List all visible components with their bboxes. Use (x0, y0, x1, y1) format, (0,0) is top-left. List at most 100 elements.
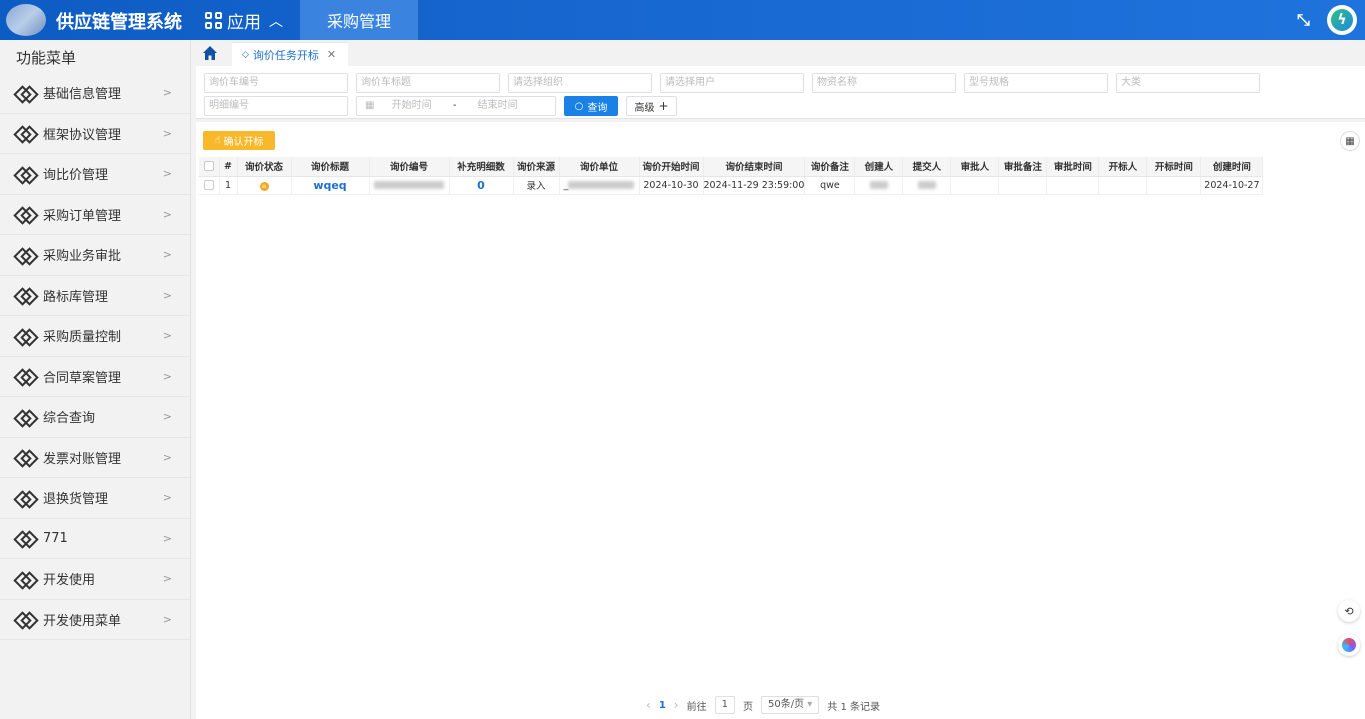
select-all-header[interactable] (199, 157, 220, 177)
next-icon[interactable]: › (674, 698, 679, 712)
row-select[interactable] (199, 176, 220, 195)
material-input[interactable]: 物资名称 (812, 73, 956, 93)
cart-title-input[interactable]: 询价车标题 (356, 73, 500, 93)
org-select[interactable]: 请选择组织 (508, 73, 652, 93)
sidebar-item[interactable]: 合同草案管理 > (0, 357, 190, 397)
chevron-right-icon: > (162, 167, 172, 180)
fullscreen-icon[interactable]: ⤡ (1297, 10, 1310, 30)
column-header: 询价备注 (804, 157, 856, 177)
avatar[interactable]: ϟ (1327, 5, 1357, 35)
sidebar-item[interactable]: 框架协议管理 > (0, 114, 190, 154)
diamond-icon (16, 86, 34, 100)
sidebar-item[interactable]: 询比价管理 > (0, 154, 190, 195)
confirm-open-button[interactable]: ☝ 确认开标 (203, 131, 275, 150)
content-panel: ☝ 确认开标 ▦ # 询价状态 询价标题 询价编号 补充明细数 询价来源 询价单位 询价开始时… (196, 122, 1365, 719)
tab-diamond-icon: ◇ (242, 49, 249, 60)
column-header: 审批人 (950, 157, 1000, 177)
sidebar-title: 功能菜单 (16, 49, 77, 67)
column-settings-icon[interactable]: ▦ (1340, 131, 1360, 151)
column-header: 询价编号 (369, 157, 450, 177)
close-icon[interactable]: ✕ (327, 48, 336, 61)
sidebar-item[interactable]: 路标库管理 > (0, 276, 190, 316)
inquiry-table: # 询价状态 询价标题 询价编号 补充明细数 询价来源 询价单位 询价开始时间 询价结束时间 询价… (199, 157, 1264, 195)
sidebar-item[interactable]: 基础信息管理 > (0, 73, 190, 114)
cell-creator (854, 176, 904, 195)
status-icon: ≡ (259, 181, 269, 191)
tab-bar: ◇ 询价任务开标 ✕ (196, 40, 1365, 66)
prev-icon[interactable]: ‹ (646, 698, 651, 712)
column-header: 开标人 (1098, 157, 1148, 177)
diamond-icon (16, 612, 34, 626)
advanced-button[interactable]: 高级 + (626, 96, 677, 116)
spec-input[interactable]: 型号规格 (964, 73, 1108, 93)
assistant-icon[interactable] (1338, 634, 1360, 656)
chevron-right-icon: > (162, 86, 172, 99)
detail-count-link[interactable]: 0 (477, 179, 485, 192)
detail-no-input[interactable]: 明细编号 (204, 96, 348, 116)
sidebar-item[interactable]: 采购订单管理 > (0, 195, 190, 235)
chevron-right-icon: > (162, 248, 172, 261)
page-number[interactable]: 1 (659, 700, 666, 711)
sidebar-item[interactable]: 采购业务审批 > (0, 235, 190, 276)
sidebar-item[interactable]: 采购质量控制 > (0, 316, 190, 357)
diamond-icon (16, 450, 34, 464)
pagination: ‹ 1 › 前往 1 页 50条/页 ▾ 共 1 条记录 (646, 696, 880, 714)
end-time: 结束时间 (477, 100, 518, 111)
chevron-right-icon: > (162, 450, 172, 464)
sidebar-item[interactable]: 771 > (0, 519, 190, 559)
home-icon[interactable] (202, 45, 218, 61)
cell-opener (1098, 176, 1148, 195)
page-size-select[interactable]: 50条/页 ▾ (760, 696, 820, 714)
sidebar-item-label: 退换货管理 (43, 492, 109, 508)
tab-inquiry-open[interactable]: ◇ 询价任务开标 ✕ (232, 42, 349, 66)
column-header: 补充明细数 (449, 157, 514, 177)
row-checkbox[interactable] (203, 180, 214, 190)
hand-icon: ☝ (214, 135, 221, 146)
user-select[interactable]: 请选择用户 (660, 73, 804, 93)
cart-no-input[interactable]: 询价车编号 (204, 73, 348, 93)
sidebar-item[interactable]: 退换货管理 > (0, 478, 190, 519)
sidebar-item-label: 771 (43, 530, 68, 546)
column-header: 创建人 (854, 157, 904, 177)
column-header: 审批时间 (1046, 157, 1100, 177)
refresh-icon[interactable]: ⟲ (1338, 600, 1360, 622)
date-range-picker[interactable]: ▦ 开始时间 - 结束时间 (356, 96, 556, 116)
diamond-icon (16, 572, 34, 586)
column-header: 提交人 (902, 157, 952, 177)
sidebar-item-label: 询比价管理 (43, 168, 109, 184)
confirm-label: 确认开标 (223, 137, 264, 148)
apps-menu-button[interactable]: 应用 ︿ (205, 8, 283, 33)
column-header: 审批备注 (998, 157, 1048, 177)
cell-detail-count[interactable]: 0 (449, 176, 514, 195)
cell-title[interactable]: wqeq (291, 176, 370, 195)
diamond-icon (16, 126, 34, 140)
logo (6, 4, 46, 36)
chevron-right-icon: > (162, 207, 172, 221)
query-button[interactable]: ○ 查询 (564, 96, 618, 116)
chevron-right-icon: > (162, 410, 172, 423)
top-tab-purchase[interactable]: 采购管理 (300, 0, 418, 40)
bolt-icon: ϟ (1331, 9, 1353, 31)
chevron-right-icon: > (162, 612, 172, 626)
cell-code (369, 176, 450, 195)
sidebar-item[interactable]: 开发使用 > (0, 559, 190, 600)
category-input[interactable]: 大类 (1116, 73, 1260, 93)
title-link[interactable]: wqeq (313, 179, 346, 192)
goto-input[interactable]: 1 (714, 696, 735, 714)
diamond-icon (16, 167, 34, 181)
cell-created: 2024-10-27 (1200, 176, 1264, 195)
table-row[interactable]: 1 ≡ wqeq 0 录入 _ 2024-10-30 2024-11-29 23… (199, 176, 1264, 195)
sidebar-item-label: 框架协议管理 (43, 127, 122, 143)
cell-status: ≡ (237, 176, 292, 195)
sidebar-item-label: 采购质量控制 (43, 330, 122, 346)
app-title: 供应链管理系统 (56, 12, 182, 33)
sidebar-item[interactable]: 发票对账管理 > (0, 438, 190, 478)
column-header: 询价标题 (291, 157, 370, 177)
chevron-up-icon: ︿ (269, 13, 283, 30)
select-all-checkbox[interactable] (203, 161, 214, 172)
range-separator: - (452, 100, 457, 111)
sidebar-item[interactable]: 开发使用菜单 > (0, 600, 190, 640)
chevron-right-icon: > (162, 329, 172, 342)
sidebar-item[interactable]: 综合查询 > (0, 397, 190, 438)
diamond-icon (16, 410, 34, 424)
